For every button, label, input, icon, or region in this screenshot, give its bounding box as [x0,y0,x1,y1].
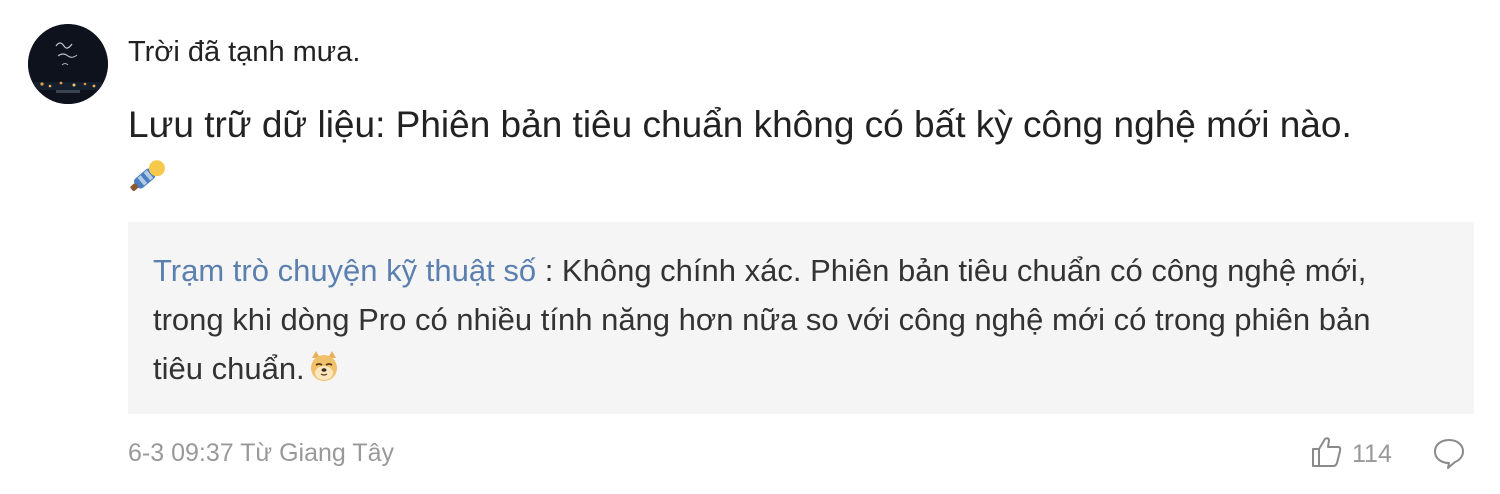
thumbs-up-icon [1310,435,1344,474]
reply-separator: : [536,253,562,288]
comment-content: Lưu trữ dữ liệu: Phiên bản tiêu chuẩn kh… [128,98,1468,152]
avatar-image [28,24,108,104]
comment-meta: 6-3 09:37 Từ Giang Tây [128,439,394,467]
reply-author-link[interactable]: Trạm trò chuyện kỹ thuật số [153,253,536,288]
reply-box: Trạm trò chuyện kỹ thuật số : Không chín… [128,222,1474,414]
username[interactable]: Trời đã tạnh mưa. [128,30,360,74]
comment-text: Lưu trữ dữ liệu: Phiên bản tiêu chuẩn kh… [128,104,1352,145]
avatar[interactable] [28,24,108,104]
comment-bubble-icon [1432,439,1466,474]
reply-text-block: Trạm trò chuyện kỹ thuật số : Không chín… [153,246,1393,393]
comment-card: Trời đã tạnh mưa. Lưu trữ dữ liệu: Phiên… [0,0,1500,494]
strong-emoji-icon [128,152,172,196]
doge-emoji-icon [307,348,341,382]
like-button[interactable]: 114 [1310,435,1392,474]
like-count: 114 [1352,439,1392,468]
reply-button[interactable] [1432,436,1466,470]
